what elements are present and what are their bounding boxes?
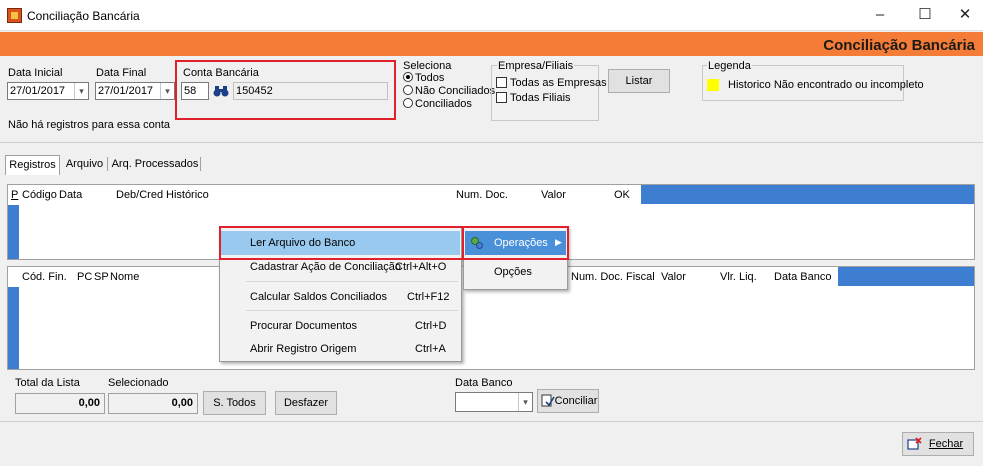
s-todos-button[interactable]: S. Todos bbox=[203, 391, 266, 415]
menu-separator bbox=[246, 310, 458, 311]
separator-line bbox=[0, 421, 983, 422]
checkbox-todas-empresas[interactable]: Todas as Empresas bbox=[496, 77, 607, 89]
tab-arq-processados[interactable]: Arq. Processados bbox=[110, 155, 200, 175]
col-nome[interactable]: Nome bbox=[110, 271, 139, 283]
minimize-button[interactable]: – bbox=[865, 4, 895, 26]
checkbox-icon[interactable] bbox=[496, 77, 507, 88]
col-valor2[interactable]: Valor bbox=[661, 271, 686, 283]
col-num-doc-fiscal[interactable]: Num. Doc. Fiscal bbox=[571, 271, 655, 283]
tab-registros[interactable]: Registros bbox=[5, 155, 60, 175]
radio-conciliados[interactable]: Conciliados bbox=[403, 98, 472, 110]
tab-divider bbox=[200, 157, 201, 171]
data-inicial-value: 27/01/2017 bbox=[10, 85, 66, 97]
data-inicial-label: Data Inicial bbox=[8, 67, 63, 79]
col-data-banco[interactable]: Data Banco bbox=[774, 271, 831, 283]
col-p[interactable]: P bbox=[11, 189, 18, 201]
col-cod-fin[interactable]: Cód. Fin. bbox=[22, 271, 67, 283]
data-final-field[interactable]: 27/01/2017 ▾ bbox=[95, 82, 175, 100]
check-document-icon bbox=[541, 394, 555, 408]
conta-bancaria-label: Conta Bancária bbox=[183, 67, 259, 79]
radio-icon[interactable] bbox=[403, 98, 413, 108]
data-banco-label: Data Banco bbox=[455, 377, 513, 389]
listar-button[interactable]: Listar bbox=[608, 69, 670, 93]
col-pc[interactable]: PC bbox=[77, 271, 92, 283]
app-icon bbox=[7, 8, 22, 23]
desfazer-button[interactable]: Desfazer bbox=[275, 391, 337, 415]
col-num-doc[interactable]: Num. Doc. bbox=[456, 189, 508, 201]
checkbox-todas-filiais[interactable]: Todas Filiais bbox=[496, 92, 571, 104]
shortcut-abrir: Ctrl+A bbox=[415, 343, 446, 355]
gears-icon bbox=[470, 236, 484, 250]
selecionado-value: 0,00 bbox=[108, 393, 198, 414]
col-vlr-liq[interactable]: Vlr. Liq. bbox=[720, 271, 757, 283]
data-final-value: 27/01/2017 bbox=[98, 85, 154, 97]
menu-separator bbox=[246, 281, 458, 282]
shortcut-calcular: Ctrl+F12 bbox=[407, 291, 450, 303]
col-codigo[interactable]: Código bbox=[22, 189, 57, 201]
tab-divider bbox=[107, 157, 108, 171]
submenu-arrow-icon: ▶ bbox=[555, 237, 562, 247]
shortcut-cadastrar: Ctrl+Alt+O bbox=[395, 261, 447, 273]
col-valor[interactable]: Valor bbox=[541, 189, 566, 201]
conta-number-field: 150452 bbox=[233, 82, 388, 100]
chevron-down-icon[interactable]: ▾ bbox=[518, 393, 532, 411]
title-bar bbox=[0, 0, 983, 31]
selecionado-label: Selecionado bbox=[108, 377, 169, 389]
menu-item-procurar-documentos[interactable]: Procurar Documentos bbox=[250, 320, 357, 332]
col-sp[interactable]: SP bbox=[94, 271, 109, 283]
maximize-button[interactable]: ☐ bbox=[910, 4, 940, 26]
conta-code-input[interactable]: 58 bbox=[181, 82, 209, 100]
chevron-down-icon[interactable]: ▾ bbox=[74, 83, 88, 99]
total-lista-value: 0,00 bbox=[15, 393, 105, 414]
legend-swatch-yellow bbox=[707, 79, 719, 91]
empresa-filiais-label: Empresa/Filiais bbox=[497, 60, 575, 72]
data-inicial-field[interactable]: 27/01/2017 ▾ bbox=[7, 82, 89, 100]
radio-selected-icon[interactable] bbox=[403, 72, 413, 82]
grid-header-fill bbox=[641, 185, 974, 204]
menu-item-abrir-registro[interactable]: Abrir Registro Origem bbox=[250, 343, 356, 355]
chevron-down-icon[interactable]: ▾ bbox=[160, 83, 174, 99]
data-final-label: Data Final bbox=[96, 67, 147, 79]
close-window-icon bbox=[907, 437, 922, 451]
radio-todos[interactable]: Todos bbox=[403, 72, 444, 84]
legenda-label: Legenda bbox=[707, 60, 752, 72]
checkbox-icon[interactable] bbox=[496, 92, 507, 103]
menu-opcoes[interactable]: Opções bbox=[494, 266, 532, 278]
col-deb-cred[interactable]: Deb/Cred bbox=[116, 189, 163, 201]
legenda-item-text: Historico Não encontrado ou incompleto bbox=[728, 79, 924, 91]
col-data[interactable]: Data bbox=[59, 189, 82, 201]
total-lista-label: Total da Lista bbox=[15, 377, 80, 389]
menu-item-cadastrar-acao[interactable]: Cadastrar Ação de Conciliação bbox=[250, 261, 401, 273]
separator-line bbox=[0, 142, 983, 143]
grid-row-indicator bbox=[8, 287, 19, 369]
radio-nao-conciliados[interactable]: Não Conciliados bbox=[403, 85, 495, 97]
window-title: Conciliação Bancária bbox=[27, 9, 140, 23]
shortcut-procurar: Ctrl+D bbox=[415, 320, 447, 332]
menu-item-calcular-saldos[interactable]: Calcular Saldos Conciliados bbox=[250, 291, 387, 303]
banner-title: Conciliação Bancária bbox=[823, 37, 975, 54]
seleciona-label: Seleciona bbox=[403, 60, 452, 72]
col-historico[interactable]: Histórico bbox=[166, 189, 209, 201]
col-ok[interactable]: OK bbox=[614, 189, 630, 201]
menu-item-ler-arquivo[interactable]: Ler Arquivo do Banco bbox=[250, 237, 355, 249]
close-button[interactable]: ✕ bbox=[950, 4, 980, 26]
radio-icon[interactable] bbox=[403, 85, 413, 95]
data-banco-combo[interactable]: ▾ bbox=[455, 392, 533, 412]
tab-arquivo[interactable]: Arquivo bbox=[62, 155, 107, 175]
grid-row-indicator bbox=[8, 205, 19, 259]
menu-operacoes[interactable]: Operações bbox=[494, 237, 548, 249]
no-records-message: Não há registros para essa conta bbox=[8, 119, 171, 131]
binoculars-search-icon[interactable] bbox=[213, 84, 229, 98]
grid-header-fill bbox=[838, 267, 974, 286]
